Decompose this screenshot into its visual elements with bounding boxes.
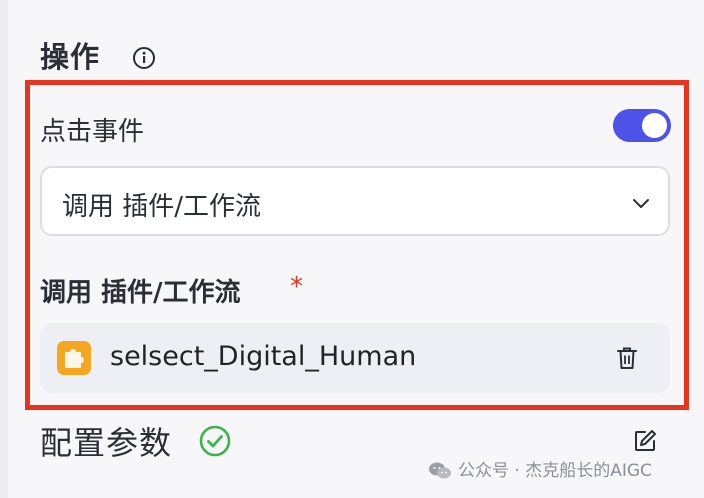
check-circle-icon [199,425,231,457]
action-type-select[interactable]: 调用 插件/工作流 [40,166,670,236]
chevron-down-icon [633,199,649,208]
plugin-name: selsect_Digital_Human [110,341,417,372]
edit-icon[interactable] [632,428,658,454]
info-icon[interactable] [132,46,156,70]
watermark-text: 公众号 · 杰克船长的AIGC [458,461,652,481]
properties-panel: 操作 点击事件 调用 插件/工作流 调用 插件/工作流 * selsect_Di… [0,0,704,498]
panel-divider [0,0,8,498]
action-type-select-value: 调用 插件/工作流 [62,192,262,222]
action-section-title: 操作 [40,40,101,74]
toggle-knob [642,113,667,138]
puzzle-icon [57,341,91,375]
click-event-label: 点击事件 [40,117,145,147]
selected-plugin-item[interactable]: selsect_Digital_Human [40,323,670,393]
wechat-icon [429,462,451,479]
plugin-field-label: 调用 插件/工作流 [40,278,241,308]
trash-icon[interactable] [614,345,640,371]
required-mark: * [290,272,303,302]
watermark: 公众号 · 杰克船长的AIGC [428,456,652,482]
click-event-toggle[interactable] [613,109,671,142]
config-section-title: 配置参数 [40,424,173,462]
